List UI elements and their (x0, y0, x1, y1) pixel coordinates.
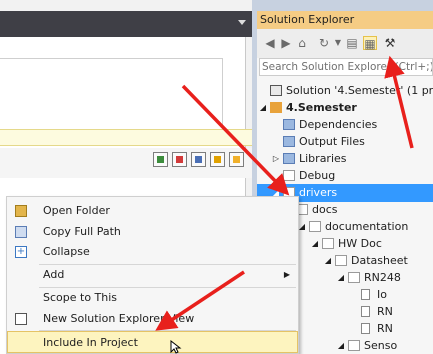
collapse-all-icon[interactable]: ▤ (345, 36, 359, 50)
folder-outline-icon (348, 272, 360, 283)
editor-toolbar (0, 148, 252, 178)
tree-item[interactable]: Solution '4.Semester' (1 projec (257, 82, 433, 100)
tree-item-label: RN248 (364, 271, 401, 284)
tree-item-label: RN (377, 322, 393, 335)
expander-arrow-icon[interactable]: ◢ (311, 235, 319, 253)
menu-item-collapse[interactable]: + Collapse (7, 241, 298, 263)
dropdown-arrow-icon[interactable] (238, 20, 246, 25)
tree-item-label: Libraries (299, 152, 347, 165)
menu-item-include-in-project[interactable]: Include In Project (7, 331, 298, 353)
edit-icon[interactable] (191, 152, 206, 167)
tree-item-label: RN (377, 305, 393, 318)
tree-item-label: Senso (364, 339, 398, 352)
editor-titlebar (0, 11, 252, 37)
tree-item[interactable]: Dependencies (257, 116, 433, 134)
folder-outline-icon (348, 340, 360, 351)
folder-outline-icon (283, 170, 295, 181)
properties-icon[interactable]: ⚒ (383, 36, 397, 50)
references-icon (283, 136, 295, 147)
tree-item-label: Io (377, 288, 387, 301)
home-icon[interactable]: ⌂ (295, 36, 309, 50)
tree-item-label: drivers (299, 186, 338, 199)
solution-explorer-title: Solution Explorer (257, 11, 433, 29)
project-icon (270, 102, 282, 113)
menu-item-copy-full-path[interactable]: Copy Full Path (7, 221, 298, 243)
references-icon (283, 153, 295, 164)
tree-item-label: Debug (299, 169, 336, 182)
tree-item[interactable]: ▷ Libraries (257, 150, 433, 168)
move-up-icon[interactable] (210, 152, 225, 167)
folder-outline-icon (309, 221, 321, 232)
add-icon[interactable] (153, 152, 168, 167)
solution-icon (270, 85, 282, 96)
move-down-icon[interactable] (229, 152, 244, 167)
tree-item[interactable]: Output Files (257, 133, 433, 151)
back-icon[interactable]: ◀ (263, 36, 277, 50)
copy-icon (15, 226, 27, 238)
expander-arrow-icon[interactable]: ◢ (324, 252, 332, 270)
expander-arrow-icon[interactable]: ▷ (272, 150, 280, 168)
references-icon (283, 119, 295, 130)
expander-arrow-icon[interactable]: ◢ (337, 337, 345, 354)
tree-item-label: HW Doc (338, 237, 382, 250)
new-view-icon (15, 313, 27, 325)
folder-outline-icon (335, 255, 347, 266)
sync-icon[interactable]: ↻ (317, 36, 331, 50)
tree-item-label: Output Files (299, 135, 365, 148)
show-all-files-icon[interactable]: ▦ (363, 36, 377, 51)
delete-icon[interactable] (172, 152, 187, 167)
dropdown-arrow-icon[interactable]: ▼ (331, 36, 345, 50)
tree-item[interactable]: ◢ 4.Semester (257, 99, 433, 117)
tree-item-label: Datasheet (351, 254, 408, 267)
submenu-arrow-icon: ▶ (283, 270, 290, 279)
tree-item[interactable]: Debug (257, 167, 433, 185)
expander-arrow-icon[interactable]: ◢ (337, 269, 345, 287)
folder-outline-icon (322, 238, 334, 249)
editor-frame (0, 58, 223, 134)
collapse-icon: + (15, 246, 27, 258)
menu-item-scope-to-this[interactable]: Scope to This (7, 287, 298, 309)
file-icon (361, 306, 370, 317)
tree-item-label: docs (312, 203, 338, 216)
forward-icon[interactable]: ▶ (279, 36, 293, 50)
context-menu: Open Folder Copy Full Path + Collapse Ad… (6, 196, 299, 354)
expander-arrow-icon[interactable]: ◢ (259, 99, 267, 117)
tree-item-label: 4.Semester (286, 101, 357, 114)
expander-arrow-icon[interactable]: ◢ (298, 218, 306, 236)
editor-info-bar (0, 129, 252, 146)
tree-item-label: Solution '4.Semester' (1 projec (286, 84, 433, 97)
file-icon (361, 323, 370, 334)
solution-explorer-toolbar: ◀ ▶ ⌂ ↻ ▼ ▤ ▦ ⚒ (257, 29, 433, 58)
search-input[interactable]: Search Solution Explorer (Ctrl+;) (259, 58, 433, 76)
menu-item-add[interactable]: Add ▶ (7, 264, 298, 286)
tree-item-label: documentation (325, 220, 409, 233)
mouse-cursor-icon (170, 340, 182, 354)
tree-item-label: Dependencies (299, 118, 378, 131)
file-icon (361, 289, 370, 300)
folder-open-icon (15, 205, 27, 217)
menu-item-open-folder[interactable]: Open Folder (7, 200, 298, 222)
menu-item-new-solution-explorer-view[interactable]: New Solution Explorer View (7, 308, 298, 330)
